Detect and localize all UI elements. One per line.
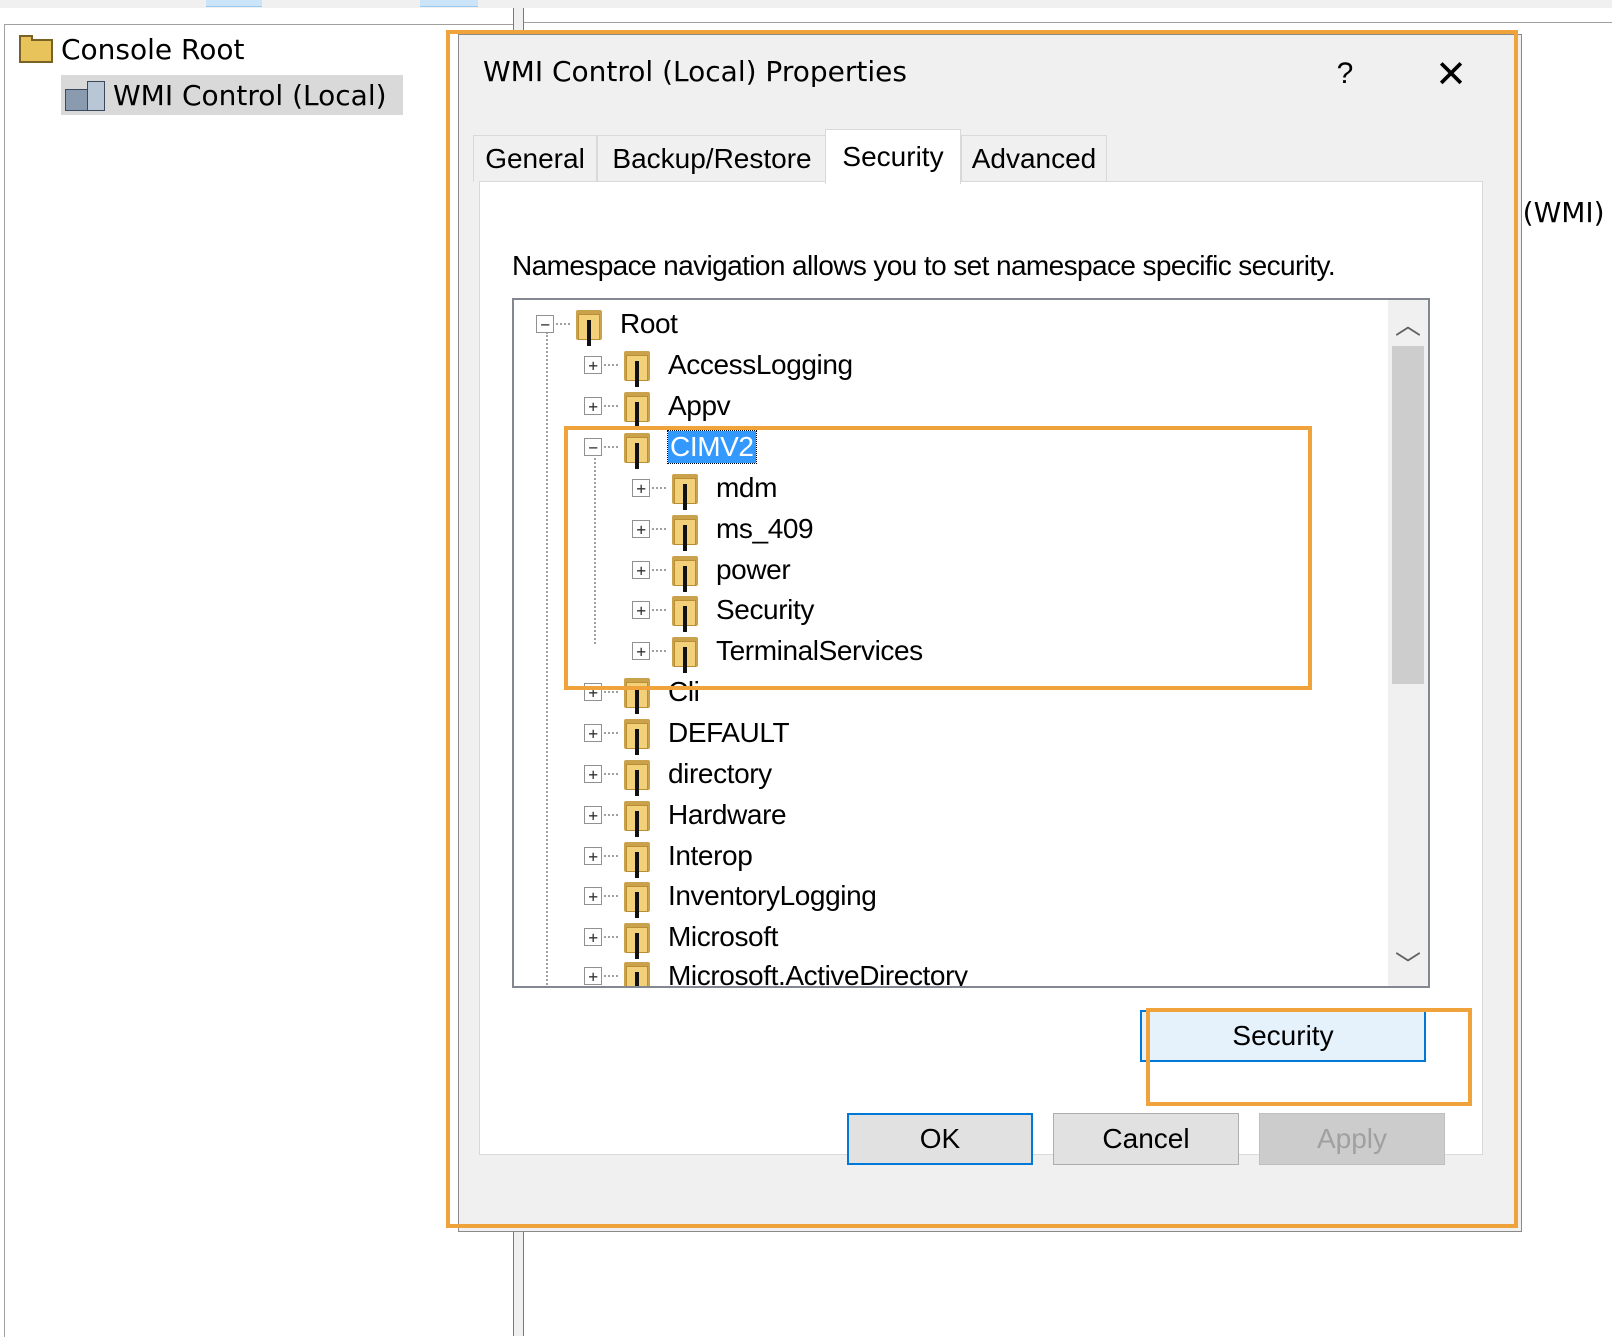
tree-node-cli[interactable]: + Cli — [584, 672, 700, 714]
tree-node-microsoft-activedirectory[interactable]: + Microsoft.ActiveDirectory — [584, 956, 968, 988]
tree-node-root[interactable]: − Root — [536, 304, 678, 346]
tree-node-label: ms_409 — [716, 513, 814, 544]
folder-icon — [668, 590, 702, 632]
expand-icon[interactable]: + — [584, 683, 602, 701]
folder-icon — [620, 386, 654, 428]
console-tree-pane: Console Root WMI Control (Local) — [4, 24, 513, 1337]
tree-node-label: InventoryLogging — [668, 880, 877, 911]
collapse-icon[interactable]: − — [536, 315, 554, 333]
tree-node-label: Security — [716, 594, 814, 625]
tab-backup-restore[interactable]: Backup/Restore — [597, 135, 827, 182]
tree-guide-line — [546, 332, 548, 986]
folder-icon — [620, 956, 654, 986]
folder-icon — [668, 509, 702, 551]
tree-item-wmi-control[interactable]: WMI Control (Local) — [61, 75, 403, 115]
expand-icon[interactable]: + — [632, 561, 650, 579]
expand-icon[interactable]: + — [584, 765, 602, 783]
folder-icon — [668, 550, 702, 592]
tree-node-label: TerminalServices — [716, 635, 923, 666]
expand-icon[interactable]: + — [632, 642, 650, 660]
tree-node-hardware[interactable]: + Hardware — [584, 795, 787, 837]
security-button[interactable]: Security — [1140, 1010, 1426, 1062]
scroll-down-arrow-icon[interactable]: ﹀ — [1388, 942, 1428, 984]
tree-node-accesslogging[interactable]: + AccessLogging — [584, 345, 853, 387]
tree-node-label: power — [716, 554, 791, 585]
tree-node-label: mdm — [716, 472, 778, 503]
folder-icon — [668, 468, 702, 510]
expand-icon[interactable]: + — [584, 847, 602, 865]
tree-node-directory[interactable]: + directory — [584, 754, 772, 796]
tree-node-power[interactable]: + power — [632, 550, 791, 592]
toolbar — [0, 0, 1612, 8]
tree-node-label: directory — [668, 758, 772, 789]
help-button[interactable]: ? — [1315, 49, 1375, 99]
tree-node-cimv2[interactable]: − CIMV2 — [584, 427, 757, 469]
expand-icon[interactable]: + — [584, 724, 602, 742]
folder-icon — [620, 795, 654, 837]
tree-scrollbar[interactable]: ︿ ﹀ — [1388, 300, 1428, 986]
folder-icon — [620, 713, 654, 755]
tab-security[interactable]: Security — [825, 129, 961, 184]
folder-icon — [620, 345, 654, 387]
properties-dialog: WMI Control (Local) Properties ? ✕ Gener… — [458, 34, 1522, 1232]
folder-icon — [19, 35, 53, 63]
tree-node-label-selected: CIMV2 — [667, 430, 757, 464]
folder-icon — [620, 672, 654, 714]
collapse-icon[interactable]: − — [584, 438, 602, 456]
expand-icon[interactable]: + — [584, 806, 602, 824]
dialog-title: WMI Control (Local) Properties — [483, 55, 907, 88]
expand-icon[interactable]: + — [584, 967, 602, 985]
scroll-up-arrow-icon[interactable]: ︿ — [1388, 302, 1428, 344]
ok-button[interactable]: OK — [847, 1113, 1033, 1165]
tree-node-label: Microsoft — [668, 921, 778, 952]
tree-node-microsoft[interactable]: + Microsoft — [584, 917, 778, 959]
toolbar-button[interactable] — [206, 0, 262, 7]
apply-button[interactable]: Apply — [1259, 1113, 1445, 1165]
tab-advanced[interactable]: Advanced — [961, 135, 1107, 182]
tree-item-label: Console Root — [61, 32, 245, 66]
folder-icon — [620, 427, 654, 469]
tree-node-label: Cli — [668, 676, 700, 707]
tree-node-default[interactable]: + DEFAULT — [584, 713, 790, 755]
tree-node-mdm[interactable]: + mdm — [632, 468, 778, 510]
tree-node-label: Root — [620, 308, 678, 339]
folder-icon — [620, 754, 654, 796]
expand-icon[interactable]: + — [584, 356, 602, 374]
tree-item-label: WMI Control (Local) — [113, 78, 387, 112]
tree-node-label: AccessLogging — [668, 349, 853, 380]
tree-node-label: Microsoft.ActiveDirectory — [668, 960, 968, 988]
tree-node-security[interactable]: + Security — [632, 590, 814, 632]
scrollbar-thumb[interactable] — [1392, 346, 1424, 684]
toolbar-button[interactable] — [420, 0, 478, 7]
folder-icon — [668, 631, 702, 673]
namespace-description: Namespace navigation allows you to set n… — [512, 250, 1336, 281]
tree-node-label: Interop — [668, 840, 753, 871]
expand-icon[interactable]: + — [632, 479, 650, 497]
expand-icon[interactable]: + — [632, 520, 650, 538]
tree-node-appv[interactable]: + Appv — [584, 386, 731, 428]
folder-icon — [620, 917, 654, 959]
tree-node-ms-409[interactable]: + ms_409 — [632, 509, 814, 551]
expand-icon[interactable]: + — [584, 397, 602, 415]
wmi-control-icon — [65, 79, 105, 111]
folder-icon — [620, 876, 654, 918]
security-tab-panel: Namespace navigation allows you to set n… — [479, 181, 1483, 1155]
expand-icon[interactable]: + — [584, 887, 602, 905]
tab-general[interactable]: General — [473, 135, 597, 182]
tree-node-interop[interactable]: + Interop — [584, 836, 753, 878]
expand-icon[interactable]: + — [584, 928, 602, 946]
tree-node-inventorylogging[interactable]: + InventoryLogging — [584, 876, 877, 918]
tree-node-label: Appv — [668, 390, 731, 421]
folder-icon — [620, 836, 654, 878]
tree-item-console-root[interactable]: Console Root — [19, 29, 253, 69]
namespace-tree[interactable]: − Root + AccessLogging + Appv − CIMV2 + … — [512, 298, 1430, 988]
folder-icon — [572, 304, 606, 346]
tree-node-label: DEFAULT — [668, 717, 790, 748]
tree-guide-line — [594, 454, 596, 644]
tree-node-label: Hardware — [668, 799, 787, 830]
tree-node-terminalservices[interactable]: + TerminalServices — [632, 631, 923, 673]
cancel-button[interactable]: Cancel — [1053, 1113, 1239, 1165]
close-button[interactable]: ✕ — [1421, 47, 1481, 101]
expand-icon[interactable]: + — [632, 601, 650, 619]
